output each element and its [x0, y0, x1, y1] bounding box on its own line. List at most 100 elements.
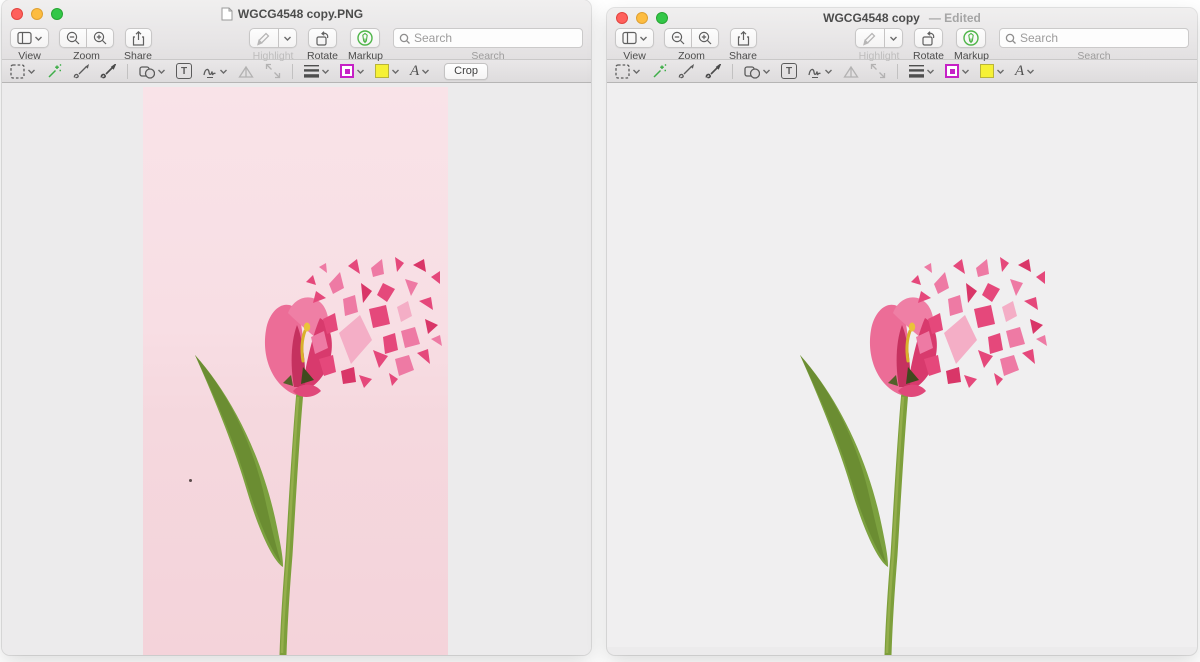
draw-brush-icon	[100, 63, 116, 78]
text-style-tool[interactable]: A	[410, 63, 430, 79]
photo-original[interactable]	[143, 87, 448, 655]
zoom-in-button[interactable]	[87, 28, 114, 48]
search-icon	[1005, 33, 1016, 44]
highlight-control: Highlight	[249, 28, 298, 62]
sign-tool[interactable]	[808, 64, 832, 79]
draw-tool[interactable]	[705, 63, 721, 79]
sketch-tool[interactable]	[678, 64, 694, 79]
chevron-down-icon	[962, 68, 969, 74]
share-button[interactable]	[729, 28, 757, 48]
minimize-button[interactable]	[31, 7, 43, 20]
close-button[interactable]	[616, 11, 628, 24]
highlight-dropdown-button[interactable]	[279, 28, 298, 48]
title-text: WGCG4548 copy	[823, 10, 920, 25]
search-label: Search	[471, 50, 505, 62]
share-button[interactable]	[124, 28, 152, 48]
chevron-down-icon	[997, 68, 1004, 74]
border-color-swatch-icon	[945, 64, 959, 78]
adjust-size-tool[interactable]	[870, 63, 886, 79]
view-label: View	[18, 50, 41, 62]
toolbar-divider	[732, 63, 733, 79]
preview-window-edited: WGCG4548 copy — Edited View Zoom Share H…	[607, 8, 1197, 655]
fill-color-tool[interactable]	[980, 64, 1004, 78]
text-tool[interactable]: T	[781, 63, 797, 79]
border-color-tool[interactable]	[945, 64, 969, 78]
rotate-button[interactable]	[308, 28, 338, 48]
instant-alpha-tool[interactable]	[46, 63, 62, 79]
view-button[interactable]	[615, 28, 654, 48]
shapes-tool[interactable]	[744, 64, 770, 79]
share-control: Share	[729, 28, 757, 62]
rotate-button[interactable]	[914, 28, 944, 48]
share-icon	[737, 30, 749, 46]
instant-alpha-tool[interactable]	[651, 63, 667, 79]
markup-toolbar: T A Crop	[2, 59, 591, 83]
markup-button[interactable]	[956, 28, 987, 48]
zoom-window-button[interactable]	[51, 7, 63, 20]
chevron-down-icon	[422, 68, 430, 74]
highlight-label: Highlight	[858, 50, 900, 62]
highlight-pen-icon	[863, 32, 876, 45]
zoom-control: Zoom	[59, 28, 114, 62]
highlight-button[interactable]	[249, 28, 280, 48]
selection-tool[interactable]	[10, 63, 35, 79]
zoom-out-button[interactable]	[664, 28, 692, 48]
text-box-icon: T	[176, 63, 192, 79]
shapes-icon	[139, 65, 155, 79]
search-field[interactable]	[999, 28, 1189, 48]
chevron-down-icon	[158, 68, 165, 74]
text-style-tool[interactable]: A	[1015, 63, 1035, 79]
chevron-down-icon	[825, 68, 832, 74]
view-button[interactable]	[10, 28, 49, 48]
adjust-color-tool[interactable]	[238, 64, 254, 79]
selection-rect-icon	[615, 63, 630, 79]
zoom-window-button[interactable]	[656, 11, 668, 24]
view-control: View	[615, 28, 654, 62]
zoom-in-button[interactable]	[692, 28, 719, 48]
shapes-tool[interactable]	[139, 64, 165, 79]
close-button[interactable]	[11, 7, 23, 20]
draw-tool[interactable]	[100, 63, 116, 79]
search-input[interactable]	[1020, 31, 1170, 45]
zoom-out-button[interactable]	[59, 28, 87, 48]
highlight-dropdown-button[interactable]	[885, 28, 904, 48]
resize-arrows-icon	[265, 63, 281, 79]
shape-style-tool[interactable]	[304, 63, 329, 79]
chevron-down-icon	[284, 35, 292, 41]
markup-control: Markup	[954, 28, 989, 62]
image-canvas[interactable]	[2, 83, 591, 655]
view-control: View	[10, 28, 49, 62]
highlight-label: Highlight	[252, 50, 294, 62]
markup-pen-circle-icon	[357, 30, 374, 46]
search-input[interactable]	[414, 31, 564, 45]
titlebar[interactable]: WGCG4548 copy — Edited	[607, 8, 1197, 27]
selection-tool[interactable]	[615, 63, 640, 79]
sidebar-icon	[622, 31, 637, 45]
titlebar[interactable]: WGCG4548 copy.PNG	[2, 0, 591, 27]
rotate-label: Rotate	[913, 50, 944, 62]
minimize-button[interactable]	[636, 11, 648, 24]
zoom-out-icon	[66, 31, 80, 45]
chevron-down-icon	[890, 35, 898, 41]
markup-button[interactable]	[350, 28, 381, 48]
adjust-color-tool[interactable]	[843, 64, 859, 79]
search-field[interactable]	[393, 28, 583, 48]
search-control: Search	[999, 28, 1189, 62]
text-tool[interactable]: T	[176, 63, 192, 79]
border-color-tool[interactable]	[340, 64, 364, 78]
photo-edited[interactable]	[748, 87, 1053, 655]
fill-color-tool[interactable]	[375, 64, 399, 78]
highlight-button[interactable]	[855, 28, 886, 48]
crop-button[interactable]: Crop	[444, 62, 489, 80]
search-icon	[399, 33, 410, 44]
shape-style-tool[interactable]	[909, 63, 934, 79]
share-label: Share	[124, 50, 153, 62]
sign-tool[interactable]	[203, 64, 227, 79]
sketch-tool[interactable]	[73, 64, 89, 79]
line-weight-icon	[909, 65, 924, 78]
markup-pen-circle-icon	[963, 30, 980, 46]
line-weight-icon	[304, 65, 319, 78]
traffic-lights	[11, 7, 63, 20]
image-canvas[interactable]	[607, 83, 1197, 647]
adjust-size-tool[interactable]	[265, 63, 281, 79]
